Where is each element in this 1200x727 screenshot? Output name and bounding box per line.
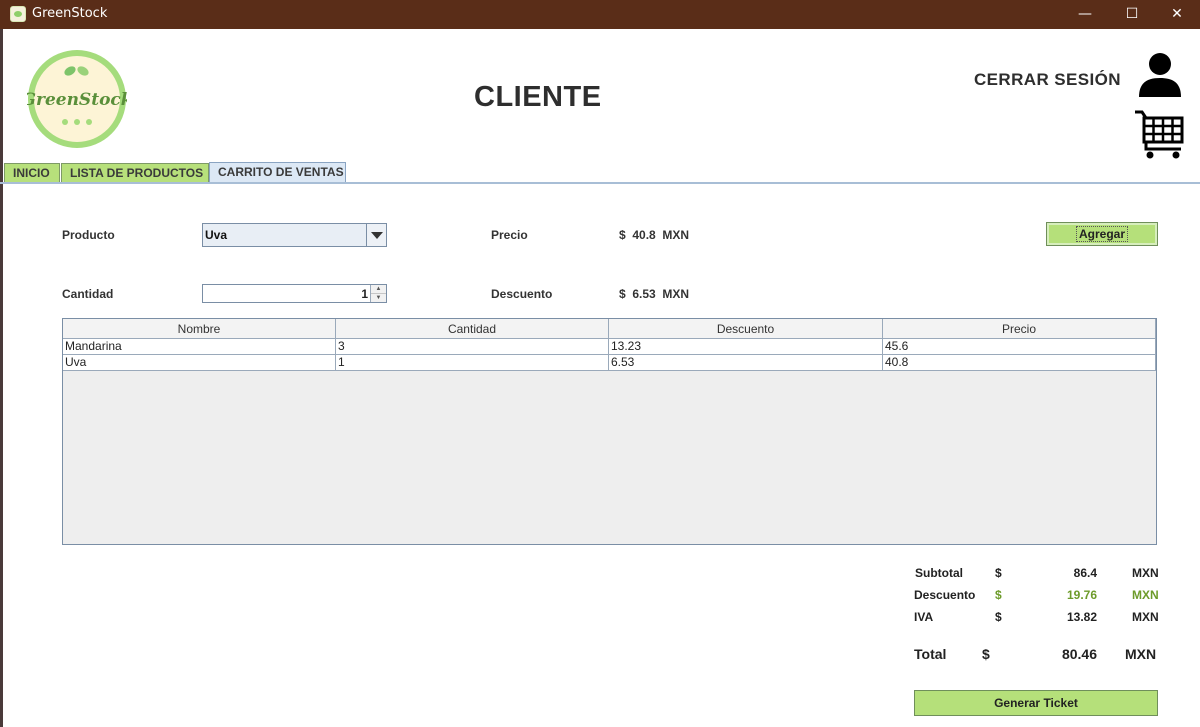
- logo-text: GreenStock: [27, 90, 127, 110]
- total-value: 80.46: [1061, 646, 1097, 662]
- stepper-up-icon[interactable]: ▲: [371, 285, 386, 294]
- tab-lista-de-productos[interactable]: LISTA DE PRODUCTOS: [61, 163, 209, 182]
- discount-label: Descuento: [491, 287, 553, 301]
- product-select-value: Uva: [205, 228, 228, 242]
- subtotal-label: Subtotal: [915, 566, 963, 580]
- column-header-descuento[interactable]: Descuento: [609, 319, 883, 339]
- subtotal-value: 86.4: [1073, 566, 1097, 580]
- total-currency: $: [982, 646, 990, 662]
- table-cell-cantidad: 1: [336, 355, 609, 371]
- total-discount-unit: MXN: [1132, 588, 1159, 602]
- quantity-stepper[interactable]: 1 ▲ ▼: [202, 284, 387, 303]
- tax-value: 13.82: [1066, 610, 1097, 624]
- discount-value: $ 6.53 MXN: [619, 287, 690, 301]
- title-bar: GreenStock — ☐ ✕: [0, 0, 1200, 29]
- table-cell-precio: 45.6: [883, 339, 1156, 355]
- table-cell-nombre: Uva: [63, 355, 336, 371]
- tax-label: IVA: [914, 610, 934, 624]
- product-select[interactable]: Uva: [202, 223, 387, 247]
- close-button[interactable]: ✕: [1154, 0, 1200, 29]
- quantity-label: Cantidad: [62, 287, 114, 301]
- logout-link[interactable]: CERRAR SESIÓN: [974, 70, 1121, 90]
- cart-table[interactable]: Nombre Cantidad Descuento Precio Mandari…: [62, 318, 1157, 545]
- tab-strip-divider: [0, 182, 1200, 184]
- table-cell-cantidad: 3: [336, 339, 609, 355]
- table-cell-descuento: 6.53: [609, 355, 883, 371]
- table-row[interactable]: Uva 1 6.53 40.8: [63, 355, 1156, 371]
- table-cell-precio: 40.8: [883, 355, 1156, 371]
- tax-currency: $: [995, 610, 1002, 624]
- maximize-button[interactable]: ☐: [1109, 0, 1155, 29]
- table-cell-descuento: 13.23: [609, 339, 883, 355]
- add-button-label: Agregar: [1075, 226, 1128, 242]
- add-button[interactable]: Agregar: [1046, 222, 1158, 246]
- tab-carrito-de-ventas[interactable]: CARRITO DE VENTAS: [209, 162, 346, 182]
- window-title: GreenStock: [32, 6, 108, 21]
- generate-ticket-button[interactable]: Generar Ticket: [914, 690, 1158, 716]
- total-label: Total: [914, 646, 947, 662]
- tab-inicio[interactable]: INICIO: [4, 163, 60, 182]
- stepper-down-icon[interactable]: ▼: [371, 294, 386, 302]
- total-discount-currency: $: [995, 588, 1002, 602]
- app-icon: [10, 6, 26, 22]
- column-header-nombre[interactable]: Nombre: [63, 319, 336, 339]
- shopping-cart-icon[interactable]: [1133, 108, 1185, 160]
- column-header-cantidad[interactable]: Cantidad: [336, 319, 609, 339]
- user-icon[interactable]: [1138, 52, 1182, 98]
- chevron-down-icon[interactable]: [366, 224, 386, 246]
- minimize-button[interactable]: —: [1062, 0, 1108, 29]
- total-unit: MXN: [1125, 646, 1157, 662]
- page-title: CLIENTE: [474, 81, 602, 113]
- price-value: $ 40.8 MXN: [619, 228, 690, 242]
- quantity-value: 1: [361, 287, 368, 301]
- price-label: Precio: [491, 228, 528, 242]
- window-left-border: [0, 29, 3, 727]
- subtotal-unit: MXN: [1132, 566, 1159, 580]
- total-discount-value: 19.76: [1066, 588, 1097, 602]
- greenstock-logo: GreenStock: [27, 50, 127, 148]
- product-label: Producto: [62, 228, 115, 242]
- tax-unit: MXN: [1132, 610, 1159, 624]
- total-discount-label: Descuento: [914, 588, 976, 602]
- column-header-precio[interactable]: Precio: [883, 319, 1156, 339]
- subtotal-currency: $: [995, 566, 1002, 580]
- table-cell-nombre: Mandarina: [63, 339, 336, 355]
- stepper-buttons: ▲ ▼: [370, 285, 386, 302]
- table-row[interactable]: Mandarina 3 13.23 45.6: [63, 339, 1156, 355]
